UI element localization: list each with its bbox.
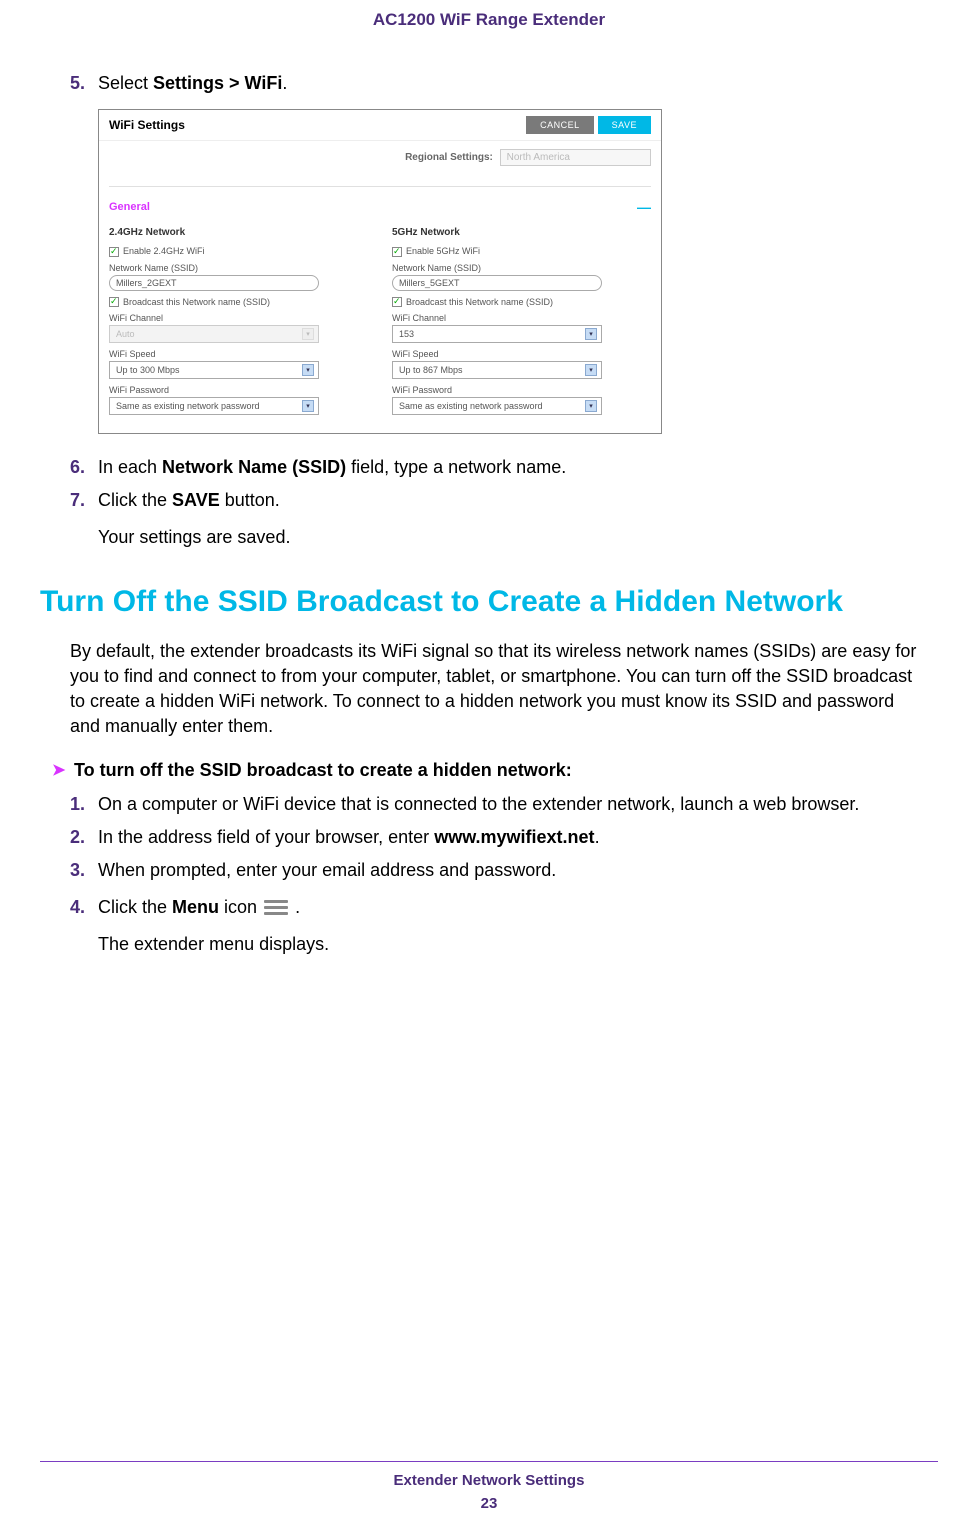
- b-step-4-num: 4.: [70, 894, 98, 921]
- procedure-heading-text: To turn off the SSID broadcast to create…: [74, 760, 572, 781]
- header-24ghz: 2.4GHz Network: [109, 227, 368, 238]
- channel-24-value: Auto: [116, 329, 135, 339]
- step-7-b1: SAVE: [172, 490, 220, 510]
- wifi-settings-screenshot: WiFi Settings CANCEL SAVE Regional Setti…: [98, 109, 662, 434]
- chevron-down-icon: ▾: [585, 328, 597, 340]
- enable-24ghz-label: Enable 2.4GHz WiFi: [123, 246, 205, 256]
- step-7-t2: button.: [220, 490, 280, 510]
- chevron-down-icon: ▾: [302, 328, 314, 340]
- speed-24-select[interactable]: Up to 300 Mbps ▾: [109, 361, 319, 379]
- b-step-4-t1: Click the: [98, 897, 172, 917]
- ssid-5-label: Network Name (SSID): [392, 263, 481, 273]
- step-5-text-2: .: [282, 73, 287, 93]
- step-5-bold: Settings > WiFi: [153, 73, 282, 93]
- chevron-down-icon: ▾: [585, 364, 597, 376]
- b-step-1: 1. On a computer or WiFi device that is …: [70, 791, 928, 818]
- b-step-2-num: 2.: [70, 824, 98, 851]
- broadcast-5-label: Broadcast this Network name (SSID): [406, 297, 553, 307]
- pwd-24-select[interactable]: Same as existing network password ▾: [109, 397, 319, 415]
- chevron-down-icon: ▾: [302, 400, 314, 412]
- pwd-5-label: WiFi Password: [392, 385, 452, 395]
- procedure-heading: ➤ To turn off the SSID broadcast to crea…: [52, 760, 928, 781]
- regional-settings-label: Regional Settings:: [405, 152, 493, 163]
- b-step-2-b1: www.mywifiext.net: [434, 827, 594, 847]
- section-heading: Turn Off the SSID Broadcast to Create a …: [40, 583, 928, 621]
- collapse-icon[interactable]: —: [637, 199, 651, 215]
- cancel-button[interactable]: CANCEL: [526, 116, 594, 134]
- speed-5-label: WiFi Speed: [392, 349, 439, 359]
- channel-24-select[interactable]: Auto ▾: [109, 325, 319, 343]
- footer-page-number: 23: [0, 1495, 978, 1512]
- channel-24-label: WiFi Channel: [109, 313, 163, 323]
- speed-24-value: Up to 300 Mbps: [116, 365, 180, 375]
- b-step-1-num: 1.: [70, 791, 98, 818]
- enable-5ghz-checkbox[interactable]: [392, 247, 402, 257]
- chevron-down-icon: ▾: [585, 400, 597, 412]
- header-5ghz: 5GHz Network: [392, 227, 651, 238]
- page-footer: Extender Network Settings 23: [0, 1461, 978, 1512]
- channel-5-select[interactable]: 153 ▾: [392, 325, 602, 343]
- step-6: 6. In each Network Name (SSID) field, ty…: [70, 454, 928, 481]
- broadcast-5-checkbox[interactable]: [392, 297, 402, 307]
- step-6-num: 6.: [70, 454, 98, 481]
- channel-5-label: WiFi Channel: [392, 313, 446, 323]
- b-step-3-text: When prompted, enter your email address …: [98, 857, 928, 884]
- b-step-1-text: On a computer or WiFi device that is con…: [98, 791, 928, 818]
- column-24ghz: 2.4GHz Network Enable 2.4GHz WiFi Networ…: [109, 227, 368, 421]
- b-step-4-t3: .: [290, 897, 300, 917]
- step-7-note: Your settings are saved.: [98, 524, 928, 551]
- broadcast-24-label: Broadcast this Network name (SSID): [123, 297, 270, 307]
- speed-5-value: Up to 867 Mbps: [399, 365, 463, 375]
- b-step-4-note: The extender menu displays.: [98, 931, 928, 958]
- step-5: 5. Select Settings > WiFi.: [70, 70, 928, 97]
- step-7: 7. Click the SAVE button.: [70, 487, 928, 514]
- save-button[interactable]: SAVE: [598, 116, 651, 134]
- enable-24ghz-checkbox[interactable]: [109, 247, 119, 257]
- b-step-3: 3. When prompted, enter your email addre…: [70, 857, 928, 884]
- step-7-t1: Click the: [98, 490, 172, 510]
- ssid-5-input[interactable]: Millers_5GEXT: [392, 275, 602, 291]
- chevron-down-icon: ▾: [302, 364, 314, 376]
- wifi-settings-title: WiFi Settings: [109, 118, 185, 132]
- step-5-num: 5.: [70, 70, 98, 97]
- broadcast-24-checkbox[interactable]: [109, 297, 119, 307]
- pwd-24-label: WiFi Password: [109, 385, 169, 395]
- enable-5ghz-label: Enable 5GHz WiFi: [406, 246, 480, 256]
- speed-24-label: WiFi Speed: [109, 349, 156, 359]
- b-step-2-t1: In the address field of your browser, en…: [98, 827, 434, 847]
- b-step-2-t2: .: [595, 827, 600, 847]
- column-5ghz: 5GHz Network Enable 5GHz WiFi Network Na…: [392, 227, 651, 421]
- b-step-2: 2. In the address field of your browser,…: [70, 824, 928, 851]
- regional-settings-select[interactable]: North America: [500, 149, 651, 166]
- ssid-24-label: Network Name (SSID): [109, 263, 198, 273]
- pwd-24-value: Same as existing network password: [116, 401, 260, 411]
- b-step-4-t2: icon: [219, 897, 262, 917]
- step-6-t1: In each: [98, 457, 162, 477]
- menu-icon: [264, 897, 288, 918]
- ssid-24-input[interactable]: Millers_2GEXT: [109, 275, 319, 291]
- step-5-text-1: Select: [98, 73, 153, 93]
- page-header: AC1200 WiF Range Extender: [40, 0, 938, 70]
- pwd-5-select[interactable]: Same as existing network password ▾: [392, 397, 602, 415]
- pwd-5-value: Same as existing network password: [399, 401, 543, 411]
- b-step-4-b1: Menu: [172, 897, 219, 917]
- b-step-3-num: 3.: [70, 857, 98, 884]
- speed-5-select[interactable]: Up to 867 Mbps ▾: [392, 361, 602, 379]
- footer-title: Extender Network Settings: [0, 1472, 978, 1489]
- step-6-t2: field, type a network name.: [346, 457, 566, 477]
- footer-rule: [40, 1461, 938, 1462]
- general-section-label: General: [109, 201, 150, 213]
- step-6-b1: Network Name (SSID): [162, 457, 346, 477]
- b-step-4: 4. Click the Menu icon .: [70, 894, 928, 921]
- step-7-num: 7.: [70, 487, 98, 514]
- arrow-icon: ➤: [52, 760, 74, 781]
- section-paragraph: By default, the extender broadcasts its …: [70, 639, 928, 740]
- channel-5-value: 153: [399, 329, 414, 339]
